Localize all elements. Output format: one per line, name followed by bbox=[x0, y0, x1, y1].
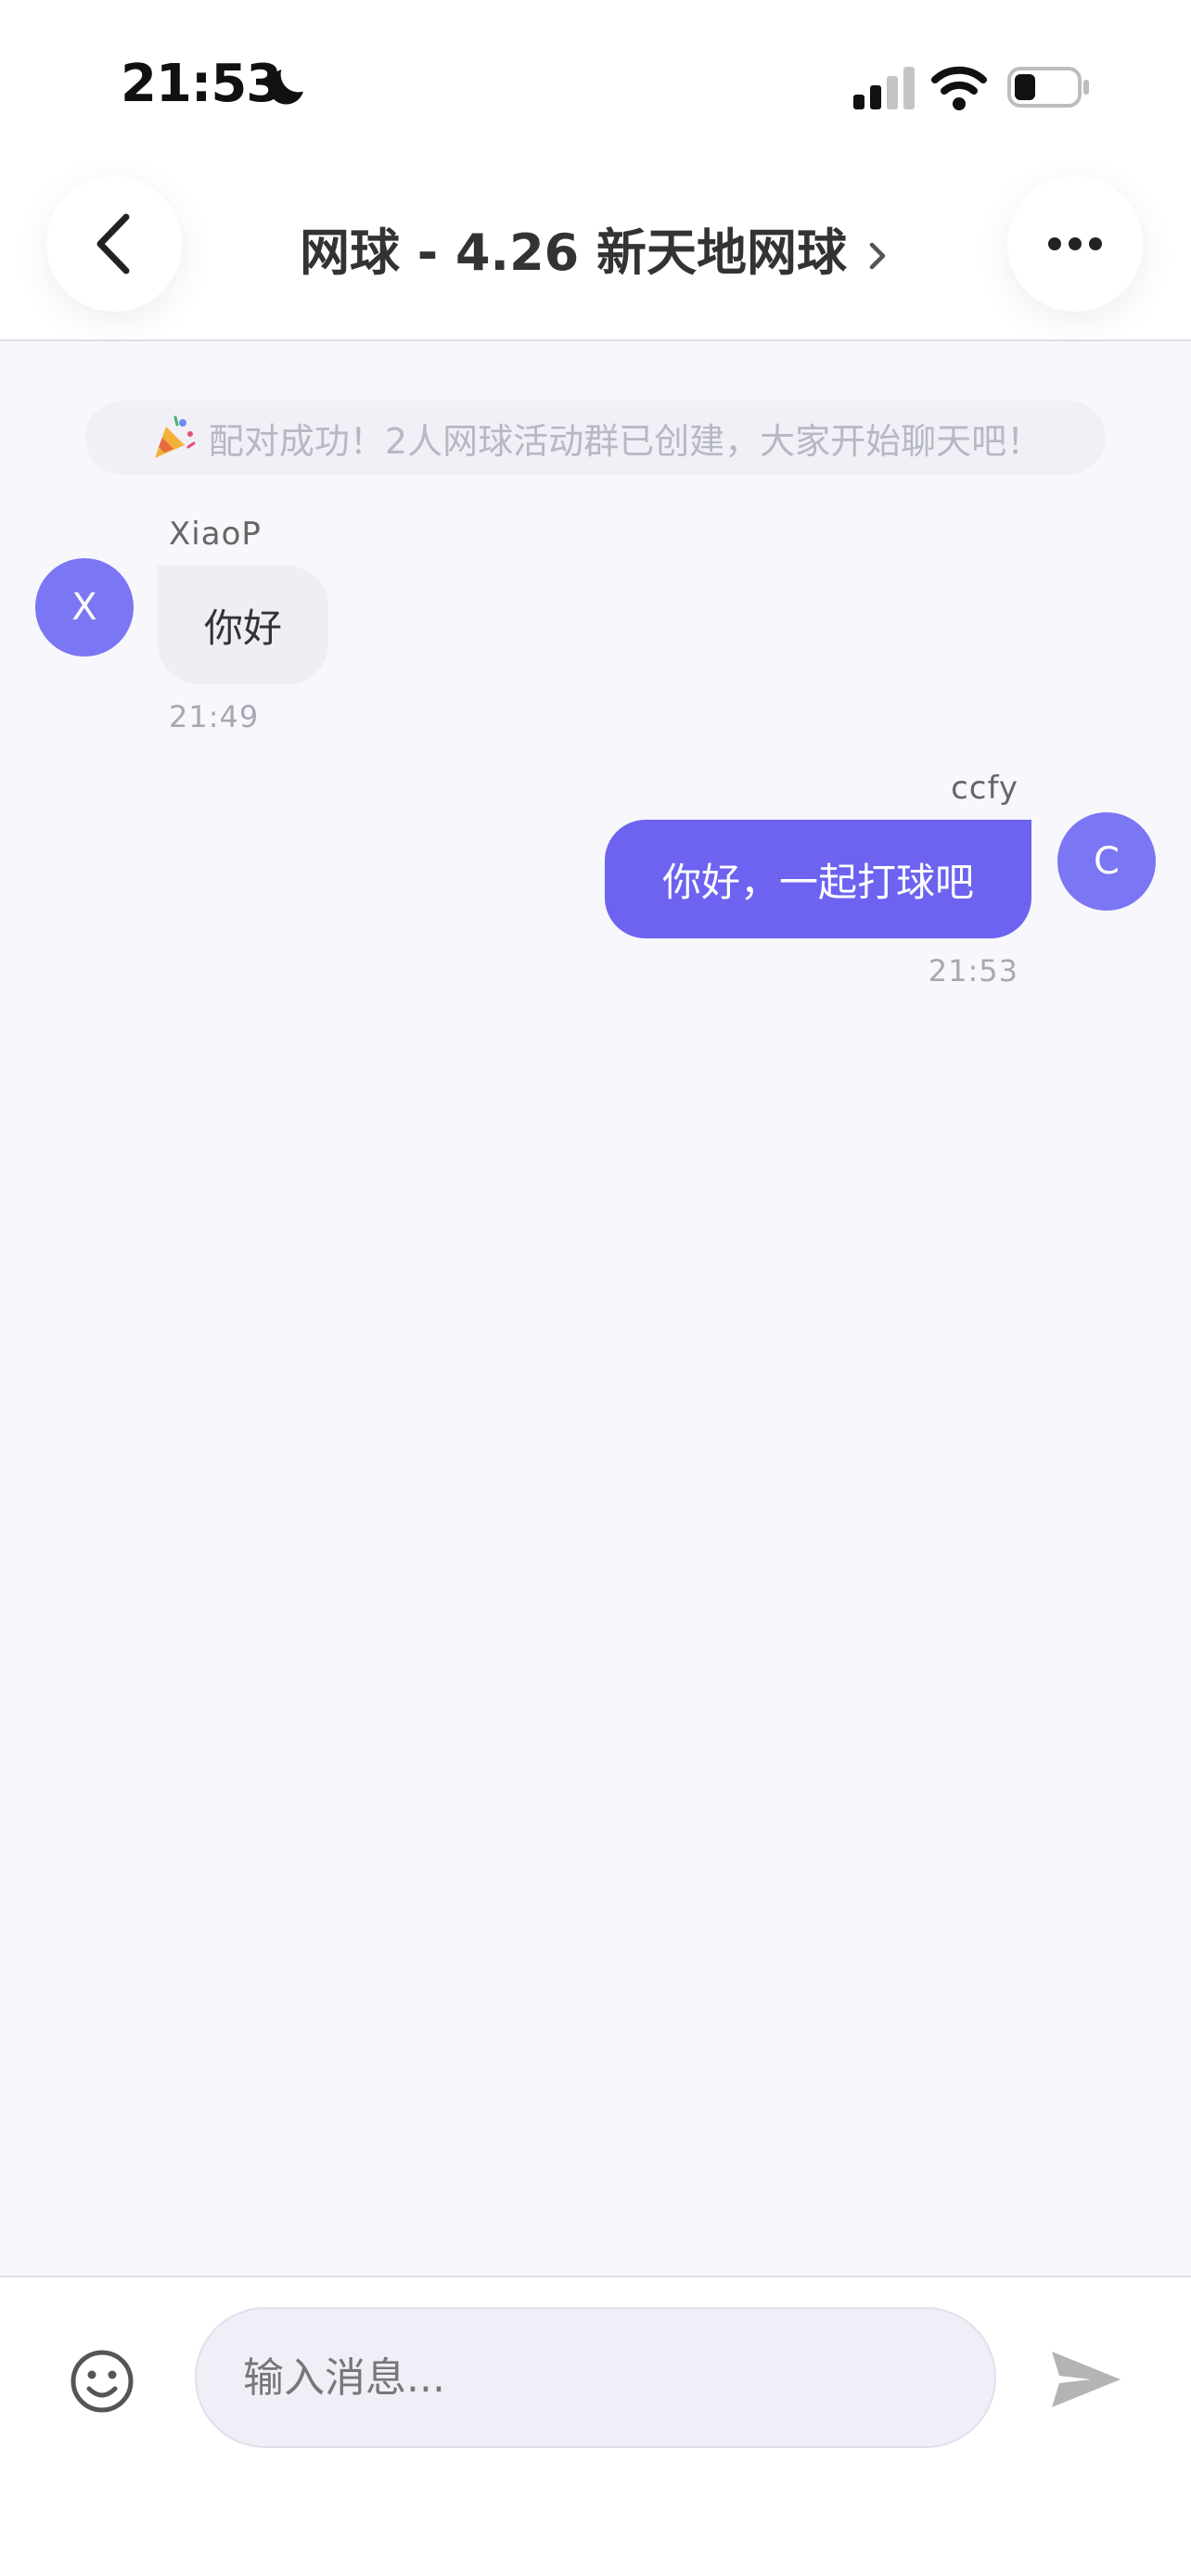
party-popper-icon bbox=[154, 415, 196, 458]
system-notice: 配对成功！2人网球活动群已创建，大家开始聊天吧！ bbox=[85, 401, 1106, 475]
message-text: 你好 bbox=[203, 605, 282, 651]
chevron-right-icon bbox=[869, 243, 886, 270]
message-input[interactable] bbox=[195, 2307, 996, 2448]
top-bar: 21:53 网球 - 4.26 新天地网球 bbox=[0, 0, 1191, 341]
sender-name: XiaoP bbox=[169, 516, 262, 553]
wifi-icon bbox=[931, 66, 987, 110]
status-time: 21:53 bbox=[121, 54, 282, 114]
paper-plane-icon[interactable] bbox=[1050, 2350, 1122, 2409]
chat-title-text: 网球 - 4.26 新天地网球 bbox=[299, 223, 848, 282]
avatar[interactable]: X bbox=[35, 558, 134, 657]
cellular-signal-icon bbox=[853, 67, 915, 109]
message-text: 你好，一起打球吧 bbox=[661, 859, 974, 905]
chat-screen: 21:53 网球 - 4.26 新天地网球 配对成功！2人网球活动群已创建，大家… bbox=[0, 0, 1191, 2576]
avatar-letter: X bbox=[71, 586, 97, 629]
message-bubble-incoming[interactable]: 你好 bbox=[158, 566, 328, 684]
system-notice-text: 配对成功！2人网球活动群已创建，大家开始聊天吧！ bbox=[208, 420, 1043, 462]
more-button[interactable] bbox=[1007, 176, 1143, 312]
smiley-icon[interactable] bbox=[69, 2348, 135, 2415]
composer-bar bbox=[0, 2276, 1191, 2576]
message-time: 21:53 bbox=[928, 953, 1018, 988]
message-time: 21:49 bbox=[169, 699, 260, 734]
moon-icon bbox=[268, 70, 303, 105]
sender-name: ccfy bbox=[951, 770, 1018, 807]
ellipsis-icon bbox=[1048, 237, 1102, 250]
avatar-letter: C bbox=[1094, 840, 1120, 883]
battery-icon bbox=[1007, 67, 1089, 108]
message-bubble-outgoing[interactable]: 你好，一起打球吧 bbox=[605, 820, 1031, 938]
avatar[interactable]: C bbox=[1057, 812, 1156, 911]
